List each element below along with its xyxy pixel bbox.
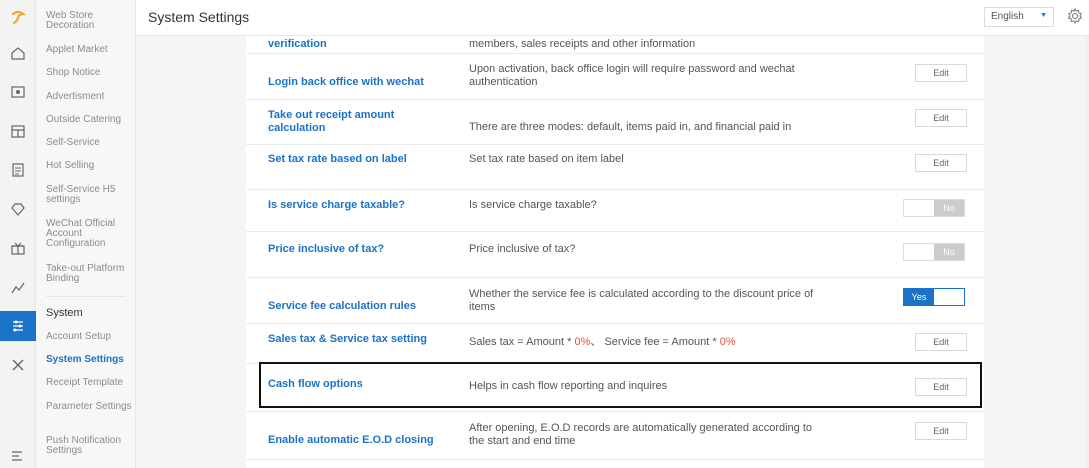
setting-name: Login back office with wechat bbox=[268, 76, 424, 88]
sub-navigation: Web Store Decoration Applet Market Shop … bbox=[36, 0, 136, 468]
settings-row: Service fee calculation rules Whether th… bbox=[246, 278, 984, 324]
settings-row: Enable automatic E.O.D closing After ope… bbox=[246, 412, 984, 460]
setting-name: Take out receipt amount calculation bbox=[268, 109, 395, 134]
subnav-divider bbox=[46, 296, 126, 297]
language-select-value: English bbox=[991, 11, 1024, 22]
subnav-system-settings[interactable]: System Settings bbox=[46, 355, 132, 365]
sales-tax-label: Sales tax = Amount * bbox=[469, 336, 575, 348]
top-header: System Settings English ▼ bbox=[136, 0, 1089, 36]
subnav-push-notification-settings[interactable]: Push Notification Settings bbox=[46, 436, 132, 456]
settings-sliders-icon[interactable] bbox=[0, 311, 36, 341]
toggle-knob: No bbox=[934, 244, 964, 260]
subnav-wechat-official-account[interactable]: WeChat Official Account Configuration bbox=[46, 219, 132, 249]
toggle-knob: Yes bbox=[904, 289, 934, 305]
setting-name: Sales tax & Service tax setting bbox=[268, 333, 427, 345]
scrollbar[interactable] bbox=[1085, 36, 1089, 468]
highlight-box bbox=[259, 362, 982, 408]
edit-button[interactable]: Edit bbox=[915, 333, 967, 351]
subnav-applet-market[interactable]: Applet Market bbox=[46, 45, 132, 55]
setting-desc: There are three modes: default, items pa… bbox=[469, 121, 792, 133]
setting-desc: Price inclusive of tax? bbox=[469, 243, 576, 255]
setting-desc: Upon activation, back office login will … bbox=[469, 63, 795, 88]
language-select[interactable]: English ▼ bbox=[984, 7, 1054, 27]
store-icon[interactable] bbox=[0, 116, 36, 146]
settings-row: verification members, sales receipts and… bbox=[246, 36, 984, 54]
setting-desc: Is service charge taxable? bbox=[469, 199, 597, 211]
setting-name: Is service charge taxable? bbox=[268, 199, 405, 211]
subnav-self-service[interactable]: Self-Service bbox=[46, 138, 132, 148]
service-fee-rate: 0% bbox=[719, 336, 736, 348]
chart-icon[interactable] bbox=[0, 272, 36, 302]
service-fee-calculation-toggle[interactable]: Yes bbox=[903, 288, 965, 306]
subnav-takeout-platform-binding[interactable]: Take-out Platform Binding bbox=[46, 264, 132, 284]
setting-desc: After opening, E.O.D records are automat… bbox=[469, 422, 813, 447]
edit-button[interactable]: Edit bbox=[915, 64, 967, 82]
subnav-receipt-template[interactable]: Receipt Template bbox=[46, 378, 132, 388]
price-inclusive-tax-toggle[interactable]: No bbox=[903, 243, 965, 261]
setting-name: Set tax rate based on label bbox=[268, 153, 407, 165]
subnav-advertisment[interactable]: Advertisment bbox=[46, 92, 132, 102]
subnav-self-service-h5[interactable]: Self-Service H5 settings bbox=[46, 185, 132, 205]
edit-button[interactable]: Edit bbox=[915, 422, 967, 440]
settings-row: Take out receipt amount calculation Ther… bbox=[246, 100, 984, 145]
setting-desc: Sales tax = Amount * 0%、 Service fee = A… bbox=[469, 336, 849, 349]
settings-row: Price inclusive of tax? Price inclusive … bbox=[246, 232, 984, 278]
settings-row: Set tax rate based on label Set tax rate… bbox=[246, 145, 984, 190]
subnav-section-system: System bbox=[46, 307, 83, 319]
collapse-icon[interactable] bbox=[0, 446, 36, 466]
edit-button[interactable]: Edit bbox=[915, 109, 967, 127]
setting-name: Price inclusive of tax? bbox=[268, 243, 385, 255]
subnav-web-store-decoration[interactable]: Web Store Decoration bbox=[46, 11, 132, 31]
service-fee-label: 、 Service fee = Amount * bbox=[590, 336, 720, 348]
service-charge-taxable-toggle[interactable]: No bbox=[903, 199, 965, 217]
setting-desc: Set tax rate based on item label bbox=[469, 153, 624, 165]
screen-icon[interactable] bbox=[0, 77, 36, 107]
subnav-account-setup[interactable]: Account Setup bbox=[46, 332, 132, 342]
setting-name: Enable automatic E.O.D closing bbox=[268, 434, 434, 446]
subnav-shop-notice[interactable]: Shop Notice bbox=[46, 68, 132, 78]
tools-icon[interactable] bbox=[0, 350, 36, 380]
brand-logo-icon[interactable] bbox=[0, 2, 36, 32]
gear-icon[interactable] bbox=[1067, 8, 1083, 24]
document-icon[interactable] bbox=[0, 155, 36, 185]
sales-tax-rate: 0% bbox=[574, 336, 591, 348]
diamond-icon[interactable] bbox=[0, 194, 36, 224]
page-title: System Settings bbox=[148, 9, 250, 25]
edit-button[interactable]: Edit bbox=[915, 154, 967, 172]
settings-row: Sales tax & Service tax setting Sales ta… bbox=[246, 324, 984, 364]
setting-name: verification bbox=[268, 38, 327, 50]
setting-desc: members, sales receipts and other inform… bbox=[469, 38, 696, 50]
settings-row: Login back office with wechat Upon activ… bbox=[246, 54, 984, 100]
icon-rail bbox=[0, 0, 36, 468]
subnav-parameter-settings[interactable]: Parameter Settings bbox=[46, 402, 132, 412]
chevron-down-icon: ▼ bbox=[1040, 12, 1047, 19]
setting-desc: Whether the service fee is calculated ac… bbox=[469, 288, 814, 313]
home-icon[interactable] bbox=[0, 38, 36, 68]
subnav-hot-selling[interactable]: Hot Selling bbox=[46, 161, 132, 171]
gift-icon[interactable] bbox=[0, 233, 36, 263]
setting-name: Service fee calculation rules bbox=[268, 300, 416, 312]
subnav-outside-catering[interactable]: Outside Catering bbox=[46, 115, 132, 125]
settings-row: Is service charge taxable? Is service ch… bbox=[246, 190, 984, 232]
toggle-knob: No bbox=[934, 200, 964, 216]
